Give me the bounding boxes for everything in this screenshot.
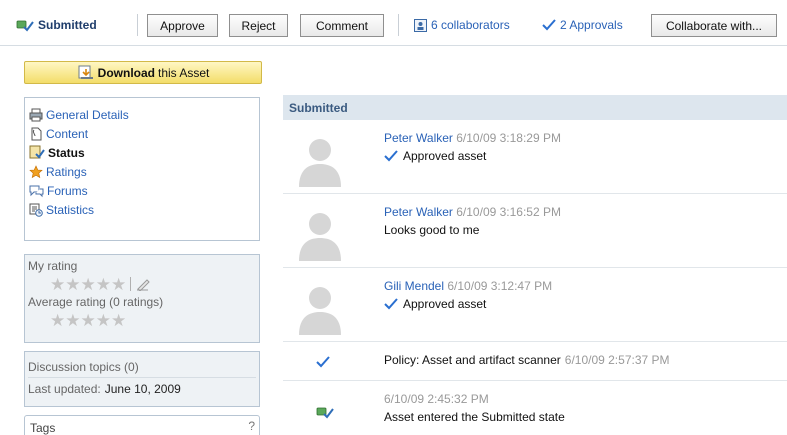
collaborators-label: 6 collaborators — [431, 18, 510, 32]
average-star-icon: ★ — [80, 310, 96, 330]
nav-item-forums[interactable]: Forums — [25, 181, 259, 200]
checkmark-icon — [542, 19, 556, 31]
author-link[interactable]: Peter Walker — [384, 131, 453, 145]
tags-help-icon[interactable]: ? — [248, 419, 255, 433]
submitted-state-icon — [316, 407, 334, 419]
activity-entry: Policy: Asset and artifact scanner 6/10/… — [283, 342, 787, 381]
nav-item-general-details[interactable]: General Details — [25, 105, 259, 124]
average-star-icon: ★ — [65, 310, 81, 330]
rating-star-icon[interactable]: ★ — [96, 276, 111, 293]
entry-text: Policy: Asset and artifact scanner — [384, 353, 561, 367]
entry-timestamp: 6/10/09 3:16:52 PM — [456, 205, 561, 219]
activity-panel: Submitted Peter Walker 6/10/09 3:18:29 P… — [283, 95, 787, 435]
avatar — [293, 281, 347, 335]
status-label: Submitted — [38, 18, 97, 32]
toolbar-divider — [137, 14, 138, 36]
activity-header: Submitted — [283, 95, 787, 120]
entry-timestamp: 6/10/09 3:18:29 PM — [456, 131, 561, 145]
last-updated-value: June 10, 2009 — [104, 381, 181, 396]
download-label-rest: this Asset — [157, 65, 210, 80]
download-label-bold: Download — [97, 65, 155, 80]
reject-button[interactable]: Reject — [229, 14, 288, 37]
document-icon — [31, 127, 42, 140]
activity-entry: 6/10/09 2:45:32 PM Asset entered the Sub… — [283, 381, 787, 435]
activity-entry: Peter Walker 6/10/09 3:16:52 PM Looks go… — [283, 194, 787, 268]
checkmark-icon — [384, 150, 398, 162]
download-asset-button[interactable]: Download this Asset — [24, 61, 262, 84]
entry-timestamp: 6/10/09 2:57:37 PM — [564, 353, 670, 367]
last-updated-row: Last updated: June 10, 2009 — [28, 378, 256, 399]
entry-text: Looks good to me — [384, 223, 480, 237]
download-icon — [78, 65, 93, 79]
nav-item-content[interactable]: Content — [25, 124, 259, 143]
collaborators-icon — [414, 18, 427, 32]
author-link[interactable]: Peter Walker — [384, 205, 453, 219]
tags-box: Tags ? — [24, 415, 260, 435]
statistics-icon — [29, 203, 43, 217]
status-indicator: Submitted — [16, 18, 97, 32]
status-icon — [29, 145, 45, 159]
star-icon — [29, 164, 43, 178]
rating-star-icon[interactable]: ★ — [50, 276, 65, 293]
nav-item-statistics[interactable]: Statistics — [25, 200, 259, 219]
rating-star-icon[interactable]: ★ — [65, 276, 80, 293]
average-star-icon: ★ — [95, 310, 111, 330]
nav-label: Statistics — [46, 202, 95, 217]
comment-button[interactable]: Comment — [300, 14, 384, 37]
avatar — [293, 133, 347, 187]
entry-text: Approved asset — [403, 149, 487, 163]
rating-divider — [130, 277, 132, 291]
approvals-link[interactable]: 2 Approvals — [542, 18, 623, 32]
rating-panel: My rating ★ ★ ★ ★ ★ Average rating (0 ra… — [24, 254, 260, 343]
speech-bubbles-icon — [29, 185, 44, 197]
avatar — [293, 207, 347, 261]
checkmark-icon — [316, 356, 330, 368]
clear-rating-icon[interactable] — [136, 277, 150, 291]
activity-entry: Peter Walker 6/10/09 3:18:29 PM Approved… — [283, 120, 787, 194]
my-rating-stars[interactable]: ★ ★ ★ ★ ★ — [50, 275, 256, 293]
nav-label: Ratings — [46, 164, 87, 179]
discussion-topics-label: Discussion topics (0) — [28, 360, 139, 374]
activity-entry: Gili Mendel 6/10/09 3:12:47 PM Approved … — [283, 268, 787, 342]
asset-navigation: General Details Content Status Ratings F… — [24, 97, 260, 241]
nav-label: Content — [46, 126, 89, 141]
asset-toolbar: Submitted Approve Reject Comment 6 colla… — [0, 0, 787, 46]
toolbar-divider — [398, 14, 399, 36]
author-link[interactable]: Gili Mendel — [384, 279, 444, 293]
rating-star-icon[interactable]: ★ — [111, 276, 126, 293]
collaborate-with-button[interactable]: Collaborate with... — [651, 14, 777, 37]
nav-label: General Details — [46, 107, 129, 122]
nav-label: Forums — [47, 183, 88, 198]
approvals-label: 2 Approvals — [560, 18, 623, 32]
entry-timestamp: 6/10/09 2:45:32 PM — [384, 392, 489, 406]
my-rating-label: My rating — [28, 259, 78, 273]
tags-label: Tags — [30, 421, 56, 435]
checkmark-icon — [384, 298, 398, 310]
entry-text: Approved asset — [403, 297, 487, 311]
nav-label: Status — [48, 145, 85, 160]
nav-item-ratings[interactable]: Ratings — [25, 162, 259, 181]
discussion-topics-link[interactable]: Discussion topics (0) — [28, 357, 256, 378]
submitted-state-icon — [16, 20, 34, 32]
approve-button[interactable]: Approve — [147, 14, 218, 37]
entry-timestamp: 6/10/09 3:12:47 PM — [447, 279, 553, 293]
last-updated-label: Last updated: — [28, 381, 101, 396]
collaborators-link[interactable]: 6 collaborators — [414, 18, 510, 32]
rating-star-icon[interactable]: ★ — [81, 276, 96, 293]
entry-text: Asset entered the Submitted state — [384, 410, 565, 424]
average-rating-stars: ★ ★ ★ ★ ★ — [50, 311, 256, 329]
average-star-icon: ★ — [111, 310, 127, 330]
nav-item-status[interactable]: Status — [25, 143, 259, 162]
printer-icon — [29, 108, 43, 121]
average-rating-label: Average rating (0 ratings) — [28, 295, 164, 309]
asset-info-panel: Discussion topics (0) Last updated: June… — [24, 351, 260, 407]
average-star-icon: ★ — [50, 310, 66, 330]
